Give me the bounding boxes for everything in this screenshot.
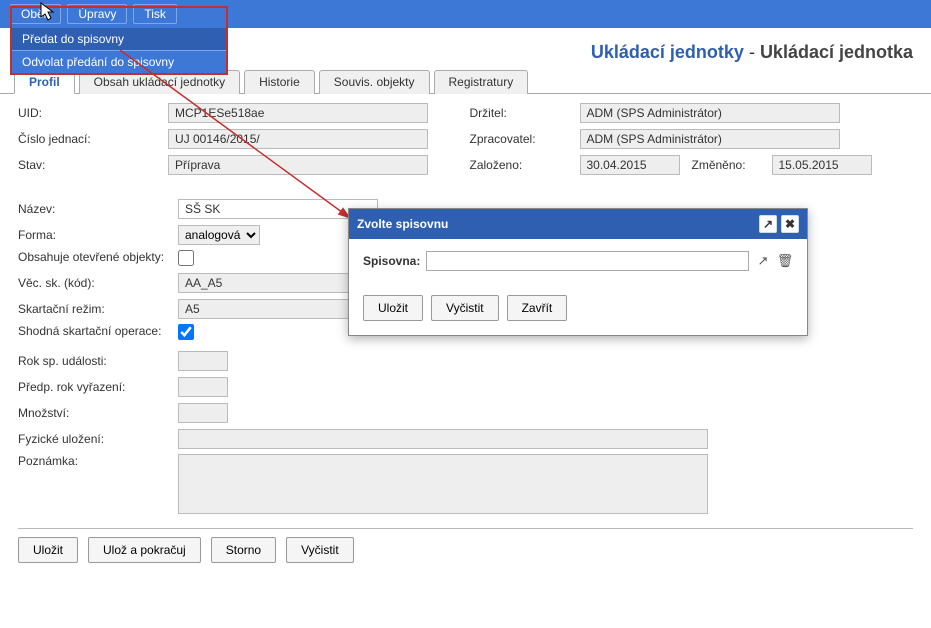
checkbox-shodna[interactable] — [178, 324, 194, 340]
value-cj: UJ 00146/2015/ — [168, 129, 428, 149]
textarea-poznamka[interactable] — [178, 454, 708, 514]
menu-item-odvolat-predani[interactable]: Odvolat předání do spisovny — [12, 50, 226, 73]
tab-souvis[interactable]: Souvis. objekty — [319, 70, 430, 94]
select-forma[interactable]: analogová — [178, 225, 260, 245]
label-forma: Forma: — [18, 228, 178, 242]
input-fyzicke-ulozeni[interactable] — [178, 429, 708, 449]
label-stav: Stav: — [18, 158, 168, 172]
tab-historie[interactable]: Historie — [244, 70, 315, 94]
input-mnozstvi[interactable] — [178, 403, 228, 423]
tab-registratury[interactable]: Registratury — [434, 70, 529, 94]
value-drzitel: ADM (SPS Administrátor) — [580, 103, 840, 123]
menu-obeh[interactable]: Oběh — [10, 4, 61, 24]
separator — [18, 528, 913, 529]
value-zpracovatel: ADM (SPS Administrátor) — [580, 129, 840, 149]
dialog-titlebar[interactable]: Zvolte spisovnu ↗ ✖ — [349, 209, 807, 239]
label-drzitel: Držitel: — [470, 106, 580, 120]
label-fyz: Fyzické uložení: — [18, 432, 178, 446]
menu-upravy[interactable]: Úpravy — [67, 4, 127, 24]
cancel-button[interactable]: Storno — [211, 537, 276, 563]
dialog-body: Spisovna: ↗ 🗑 — [349, 239, 807, 295]
popout-icon[interactable]: ↗ — [759, 215, 777, 233]
page-title-accent: Ukládací jednotky — [591, 42, 744, 62]
value-stav: Příprava — [168, 155, 428, 175]
menu-item-predat-do-spisovny[interactable]: Předat do spisovny — [12, 28, 226, 50]
page-title-rest: Ukládací jednotka — [760, 42, 913, 62]
close-icon[interactable]: ✖ — [781, 215, 799, 233]
label-zpracovatel: Zpracovatel: — [470, 132, 580, 146]
trash-icon[interactable]: 🗑 — [777, 253, 793, 269]
dialog-button-bar: Uložit Vyčistit Zavřít — [349, 295, 807, 335]
input-roksp[interactable] — [178, 351, 228, 371]
clear-button[interactable]: Vyčistit — [286, 537, 354, 563]
value-uid: MCP1ESe518ae — [168, 103, 428, 123]
label-nazev: Název: — [18, 202, 178, 216]
dialog-title: Zvolte spisovnu — [357, 217, 448, 231]
bottom-button-bar: Uložit Ulož a pokračuj Storno Vyčistit — [0, 537, 931, 563]
label-zmeneno: Změněno: — [692, 158, 772, 172]
label-roksp: Rok sp. události: — [18, 354, 178, 368]
menu-tisk[interactable]: Tisk — [133, 4, 177, 24]
dialog-close-button[interactable]: Zavřít — [507, 295, 568, 321]
label-poznamka: Poznámka: — [18, 454, 178, 468]
label-mnozstvi: Množství: — [18, 406, 178, 420]
value-zalozeno: 30.04.2015 — [580, 155, 680, 175]
label-spisovna: Spisovna: — [363, 254, 420, 268]
lookup-icon[interactable]: ↗ — [755, 253, 771, 269]
label-predp: Předp. rok vyřazení: — [18, 380, 178, 394]
label-skart: Skartační režim: — [18, 302, 178, 316]
dialog-save-button[interactable]: Uložit — [363, 295, 423, 321]
label-zalozeno: Založeno: — [470, 158, 580, 172]
menu-obeh-dropdown: Předat do spisovny Odvolat předání do sp… — [10, 28, 228, 75]
label-cj: Číslo jednací: — [18, 132, 168, 146]
value-zmeneno: 15.05.2015 — [772, 155, 872, 175]
label-obsahuje: Obsahuje otevřené objekty: — [18, 250, 178, 264]
dialog-clear-button[interactable]: Vyčistit — [431, 295, 499, 321]
menubar: Oběh Úpravy Tisk — [0, 0, 931, 28]
input-spisovna[interactable] — [426, 251, 749, 271]
checkbox-obsahuje[interactable] — [178, 250, 194, 266]
label-shodna: Shodná skartační operace: — [18, 324, 178, 338]
save-button[interactable]: Uložit — [18, 537, 78, 563]
input-predp[interactable] — [178, 377, 228, 397]
label-uid: UID: — [18, 106, 168, 120]
save-continue-button[interactable]: Ulož a pokračuj — [88, 537, 201, 563]
dialog-zvolte-spisovnu: Zvolte spisovnu ↗ ✖ Spisovna: ↗ 🗑 Uložit… — [348, 208, 808, 336]
label-vecsk: Věc. sk. (kód): — [18, 276, 178, 290]
